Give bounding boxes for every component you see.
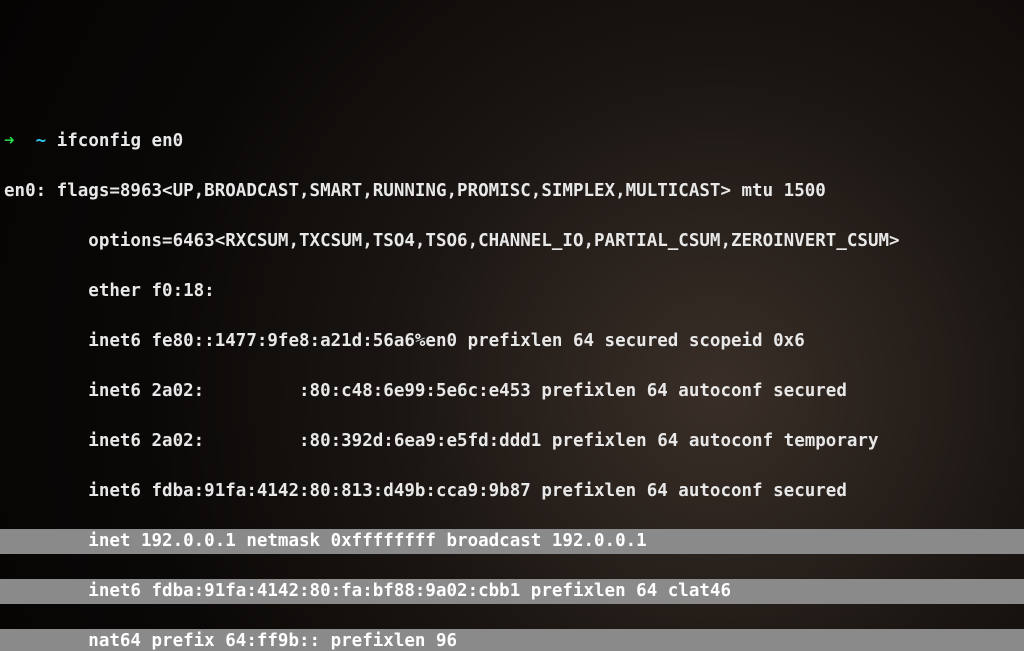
ifconfig-output-line: inet6 2a02: :80:392d:6ea9:e5fd:ddd1 pref… xyxy=(0,429,1024,454)
prompt-tilde: ~ xyxy=(36,131,47,151)
prompt-line-1: ➜ ~ ifconfig en0 xyxy=(0,129,1024,154)
ifconfig-output-line: en0: flags=8963<UP,BROADCAST,SMART,RUNNI… xyxy=(0,179,1024,204)
terminal-output[interactable]: ➜ ~ ifconfig en0 en0: flags=8963<UP,BROA… xyxy=(0,100,1024,651)
prompt-arrow-icon: ➜ xyxy=(4,131,15,151)
command-text: ifconfig en0 xyxy=(57,131,183,151)
ifconfig-output-line: inet6 2a02: :80:c48:6e99:5e6c:e453 prefi… xyxy=(0,379,1024,404)
ifconfig-output-line: options=6463<RXCSUM,TXCSUM,TSO4,TSO6,CHA… xyxy=(0,229,1024,254)
ifconfig-output-line-highlighted: inet6 fdba:91fa:4142:80:fa:bf88:9a02:cbb… xyxy=(0,579,1024,604)
ifconfig-output-line: inet6 fe80::1477:9fe8:a21d:56a6%en0 pref… xyxy=(0,329,1024,354)
ifconfig-output-line-highlighted: nat64 prefix 64:ff9b:: prefixlen 96 xyxy=(0,629,1024,651)
ifconfig-output-line-highlighted: inet 192.0.0.1 netmask 0xffffffff broadc… xyxy=(0,529,1024,554)
ifconfig-output-line: ether f0:18: xyxy=(0,279,1024,304)
ifconfig-output-line: inet6 fdba:91fa:4142:80:813:d49b:cca9:9b… xyxy=(0,479,1024,504)
